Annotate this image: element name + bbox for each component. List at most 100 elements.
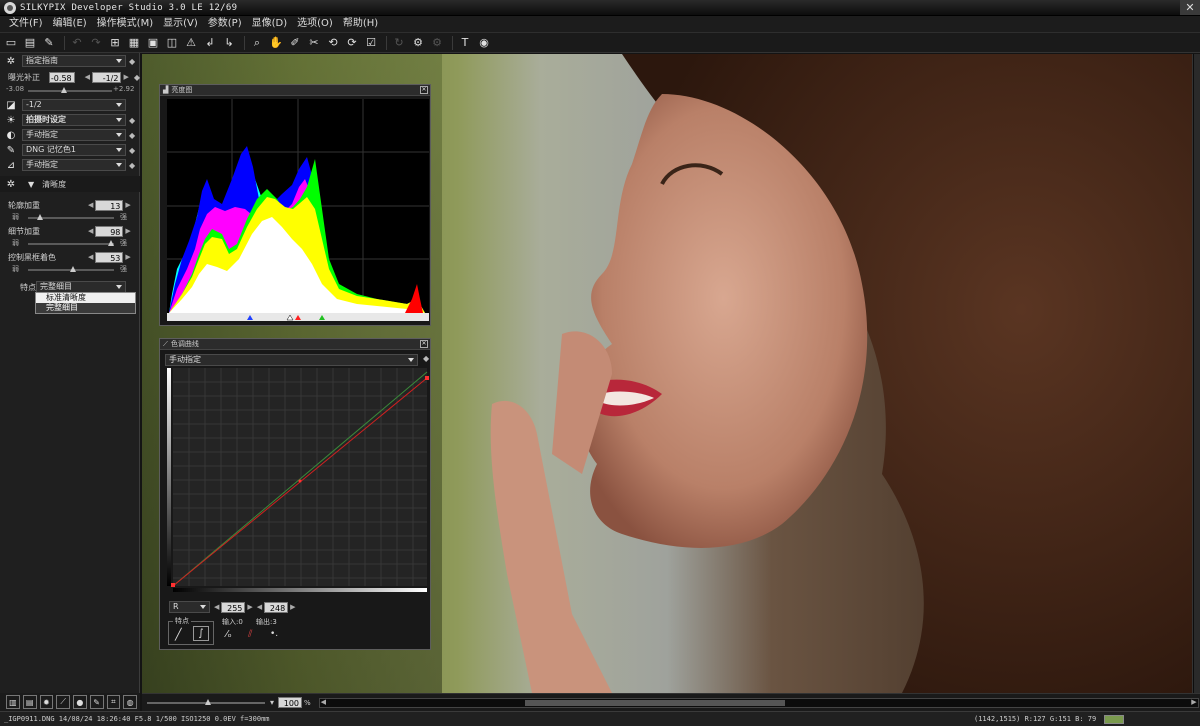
detail-left-icon[interactable]: ◀	[88, 227, 93, 235]
detail-right-icon[interactable]: ▶	[125, 227, 130, 235]
develop-all-icon[interactable]: ⚙	[429, 35, 445, 51]
sharpness-mode-select[interactable]: 手动指定	[22, 159, 126, 171]
detail-slider[interactable]	[28, 240, 114, 246]
rotate-left-icon[interactable]: ↲	[202, 35, 218, 51]
help-icon[interactable]: ◉	[476, 35, 492, 51]
halo-slider[interactable]	[28, 266, 114, 272]
preset-select[interactable]: 指定指南	[22, 55, 126, 67]
curve-pin-icon[interactable]: ◆	[423, 354, 429, 363]
tone-curve-panel[interactable]: ⟋ 色调曲线 ✕ 手动指定 ◆ R ◀ 255 ▶ ◀ 248 ▶ 特点 ╱ ∫…	[159, 338, 431, 650]
exposure-value-input[interactable]: -0.58	[49, 71, 75, 83]
dropper-icon[interactable]: ✎	[41, 35, 57, 51]
halo-right-icon[interactable]: ▶	[125, 253, 130, 261]
rotate-cw-icon[interactable]: ⟳	[344, 35, 360, 51]
filmstrip-view-icon[interactable]: ▦	[126, 35, 142, 51]
menu-item-0[interactable]: 文件(F)	[4, 16, 48, 32]
brightness-icon[interactable]: ✹	[39, 695, 54, 709]
brush-icon[interactable]: T	[457, 35, 473, 51]
gray-point-icon[interactable]: ✐	[287, 35, 303, 51]
scroll-right-icon[interactable]: ▶	[1191, 698, 1196, 706]
input-value-field[interactable]: 255	[221, 601, 246, 613]
menu-item-2[interactable]: 操作模式(M)	[92, 16, 158, 32]
output-left-icon[interactable]: ◀	[257, 603, 262, 611]
smooth-curve-icon[interactable]: ∫	[193, 626, 209, 641]
histogram-panel[interactable]: ▟ 亮度图 ✕	[159, 84, 431, 326]
pin-icon[interactable]: ◆	[129, 57, 135, 66]
menu-item-6[interactable]: 选项(O)	[292, 16, 338, 32]
linear-curve-icon[interactable]: ╱	[175, 628, 182, 641]
input-right-icon[interactable]: ▶	[247, 603, 252, 611]
histogram-header[interactable]: ▟ 亮度图 ✕	[160, 85, 430, 96]
develop-icon[interactable]: ⚙	[410, 35, 426, 51]
exposure-pin-icon[interactable]: ◆	[134, 73, 140, 82]
grid-view-icon[interactable]: ⊞	[107, 35, 123, 51]
sharpness-section-header[interactable]: ✲ ▼ 清晰度	[0, 176, 140, 192]
menu-item-5[interactable]: 显像(D)	[247, 16, 293, 32]
rotate-right-icon[interactable]: ↳	[221, 35, 237, 51]
horizontal-scrollbar[interactable]: ◀ ▶	[318, 697, 1199, 708]
channel-select[interactable]: R	[169, 601, 210, 613]
crop-icon[interactable]: ✂	[306, 35, 322, 51]
wb-pin-icon[interactable]: ◆	[129, 116, 135, 125]
rgb-curve-icon[interactable]: ⫽	[248, 629, 252, 640]
crop-frame-icon[interactable]: ⌗	[106, 695, 121, 709]
color-pin-icon[interactable]: ◆	[129, 146, 135, 155]
contrast-select[interactable]: -1/2	[22, 99, 126, 111]
refresh-icon[interactable]: ↻	[391, 35, 407, 51]
detail-value-input[interactable]: 98	[95, 225, 124, 237]
redo-icon[interactable]: ↷	[88, 35, 104, 51]
undo-icon[interactable]: ↶	[69, 35, 85, 51]
vertical-scrollbar[interactable]	[1192, 54, 1200, 693]
exif-icon[interactable]: ▤	[22, 695, 37, 709]
point-tool-icon[interactable]: •.	[270, 629, 278, 639]
exposure-slider[interactable]	[28, 87, 112, 93]
sphere-icon[interactable]: ●	[73, 695, 87, 709]
exposure-step-left-icon[interactable]: ◀	[85, 73, 90, 81]
rotate-ccw-icon[interactable]: ⟲	[325, 35, 341, 51]
zoom-dropdown-icon[interactable]: ▾	[270, 698, 274, 707]
scroll-left-icon[interactable]: ◀	[321, 698, 326, 706]
collapse-icon[interactable]: ▼	[28, 180, 34, 189]
dropdown-option-full-detail[interactable]: 完整细目	[36, 303, 135, 313]
menu-item-7[interactable]: 帮助(H)	[338, 16, 383, 32]
tone-select[interactable]: 手动指定	[22, 129, 126, 141]
input-left-icon[interactable]: ◀	[214, 603, 219, 611]
tone-curve-plot[interactable]	[167, 368, 429, 592]
open-file-icon[interactable]: ▤	[22, 35, 38, 51]
outline-value-input[interactable]: 13	[95, 199, 124, 211]
curve-mode-select[interactable]: 手动指定	[165, 354, 418, 366]
auto-curve-icon[interactable]: ⁄ₒ	[226, 629, 232, 640]
outline-left-icon[interactable]: ◀	[88, 201, 93, 209]
menu-item-3[interactable]: 显示(V)	[158, 16, 203, 32]
lens-icon[interactable]: ◍	[123, 695, 137, 709]
warning-icon[interactable]: ⚠	[183, 35, 199, 51]
tools-icon[interactable]: ✎	[89, 695, 104, 709]
compare-view-icon[interactable]: ◫	[164, 35, 180, 51]
outline-slider[interactable]	[28, 214, 114, 220]
window-close-button[interactable]: ✕	[1180, 0, 1200, 15]
menu-item-4[interactable]: 参数(P)	[203, 16, 247, 32]
tone-pin-icon[interactable]: ◆	[129, 131, 135, 140]
outline-right-icon[interactable]: ▶	[125, 201, 130, 209]
halo-left-icon[interactable]: ◀	[88, 253, 93, 261]
exposure-step-right-icon[interactable]: ▶	[123, 73, 128, 81]
dropdown-option-standard[interactable]: 标准清晰度	[36, 293, 135, 303]
curve-toggle-icon[interactable]: ⟋	[56, 695, 70, 709]
zoom-value-input[interactable]: 100	[278, 697, 303, 708]
menu-item-1[interactable]: 编辑(E)	[48, 16, 92, 32]
halo-value-input[interactable]: 53	[95, 251, 124, 263]
open-folder-icon[interactable]: ▭	[3, 35, 19, 51]
histogram-close-icon[interactable]: ✕	[420, 86, 428, 94]
single-view-icon[interactable]: ▣	[145, 35, 161, 51]
white-balance-select[interactable]: 拍摄时设定	[22, 114, 126, 126]
zoom-icon[interactable]: ⌕	[249, 35, 265, 51]
color-select[interactable]: DNG 记忆色1	[22, 144, 126, 156]
tone-curve-close-icon[interactable]: ✕	[420, 340, 428, 348]
histogram-toggle-icon[interactable]: ▥	[6, 695, 20, 709]
output-value-field[interactable]: 248	[264, 601, 289, 613]
exposure-step-input[interactable]: -1/2	[92, 71, 122, 83]
scroll-thumb[interactable]	[524, 699, 785, 706]
checkbox-icon[interactable]: ☑	[363, 35, 379, 51]
output-right-icon[interactable]: ▶	[290, 603, 295, 611]
tone-curve-header[interactable]: ⟋ 色调曲线 ✕	[160, 339, 430, 350]
